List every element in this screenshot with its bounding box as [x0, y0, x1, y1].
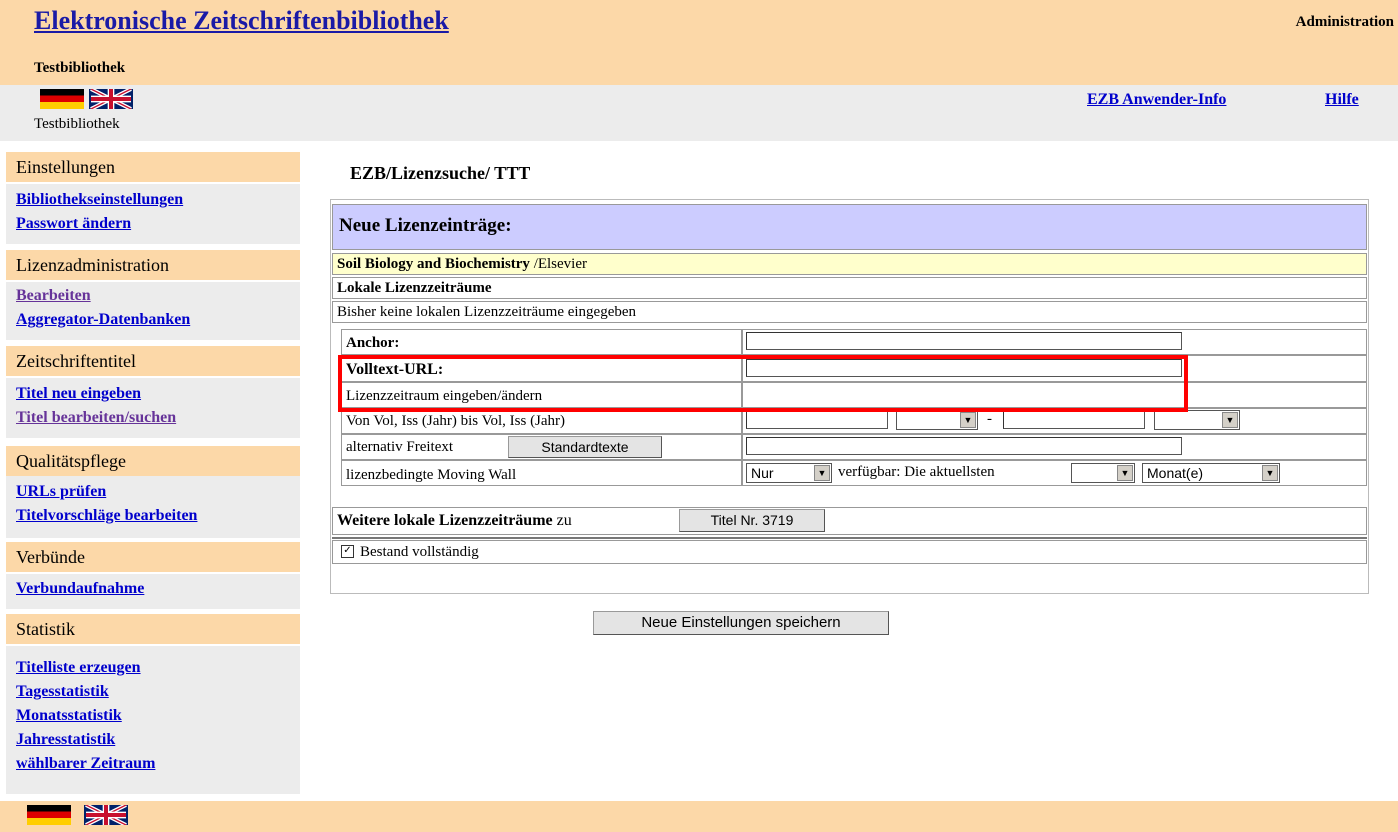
- range-separator: -: [987, 411, 992, 427]
- sidebar-section-einstellungen: Einstellungen: [6, 152, 300, 182]
- sidebar-item-titelliste[interactable]: Titelliste erzeugen: [16, 656, 300, 680]
- more-periods-row: Weitere lokale Lizenzzeiträume zu eingeb…: [332, 507, 1367, 535]
- sidebar-section-lizenzadministration: Lizenzadministration: [6, 250, 300, 280]
- german-flag-icon[interactable]: [40, 89, 84, 109]
- sidebar-item-aggregator[interactable]: Aggregator-Datenbanken: [16, 308, 300, 332]
- complete-holdings-checkbox[interactable]: ✓: [341, 545, 354, 559]
- sidebar-item-passwort[interactable]: Passwort ändern: [16, 212, 300, 236]
- sidebar-item-titel-bearbeiten[interactable]: Titel bearbeiten/suchen: [16, 406, 300, 430]
- footer-bar: [0, 801, 1398, 832]
- library-name: Testbibliothek: [34, 60, 126, 76]
- sidebar-box-zeitschriftentitel: Titel neu eingeben Titel bearbeiten/such…: [6, 378, 300, 438]
- complete-holdings-label: Bestand vollständig: [360, 544, 479, 560]
- to-vol-input[interactable]: [1003, 411, 1145, 429]
- sidebar-item-verbundaufnahme[interactable]: Verbundaufnahme: [16, 577, 300, 601]
- section-title: Neue Lizenzeinträge:: [332, 204, 1367, 250]
- administration-label: Administration: [1295, 14, 1394, 30]
- sidebar-box-statistik: Titelliste erzeugen Tagesstatistik Monat…: [6, 646, 300, 794]
- local-periods-heading: Lokale Lizenzzeiträume: [332, 277, 1367, 299]
- help-link[interactable]: Hilfe: [1325, 91, 1359, 109]
- more-periods-zu: zu: [556, 512, 572, 529]
- sidebar-section-zeitschriftentitel: Zeitschriftentitel: [6, 346, 300, 376]
- german-flag-icon[interactable]: [27, 805, 71, 825]
- chevron-down-icon: ▼: [960, 412, 976, 428]
- sidebar-section-qualitaetspflege: Qualitätspflege: [6, 446, 300, 476]
- uk-flag-icon[interactable]: [84, 805, 128, 825]
- sidebar-box-qualitaetspflege: URLs prüfen Titelvorschläge bearbeiten: [6, 476, 300, 538]
- library-name-sub: Testbibliothek: [34, 116, 120, 132]
- from-vol-input[interactable]: [746, 411, 888, 429]
- moving-wall-mode-select[interactable]: Nur ▼: [746, 463, 832, 483]
- moving-wall-count-select[interactable]: ▼: [1071, 463, 1135, 483]
- sidebar-item-tagesstatistik[interactable]: Tagesstatistik: [16, 680, 300, 704]
- moving-wall-mode-value: Nur: [751, 465, 774, 481]
- anchor-label: Anchor:: [341, 329, 742, 355]
- sidebar-item-bearbeiten[interactable]: Bearbeiten: [16, 284, 300, 308]
- moving-wall-unit-select[interactable]: Monat(e) ▼: [1142, 463, 1280, 483]
- site-title-link[interactable]: Elektronische Zeitschriftenbibliothek: [34, 6, 449, 36]
- sidebar-section-verbuende: Verbünde: [6, 542, 300, 572]
- sidebar-box-lizenzadministration: Bearbeiten Aggregator-Datenbanken: [6, 282, 300, 340]
- moving-wall-text: verfügbar: Die aktuellsten: [838, 464, 995, 480]
- freetext-input[interactable]: [746, 437, 1182, 455]
- sidebar-item-jahresstatistik[interactable]: Jahresstatistik: [16, 728, 300, 752]
- divider: [332, 537, 1367, 539]
- freetext-label: alternativ Freitext: [346, 439, 454, 455]
- sidebar-item-urls-pruefen[interactable]: URLs prüfen: [16, 480, 300, 504]
- highlight-box: [338, 355, 1188, 412]
- from-year-select[interactable]: ▼: [896, 410, 978, 430]
- publisher-name: /Elsevier: [533, 256, 588, 272]
- sidebar-box-verbuende: Verbundaufnahme: [6, 574, 300, 609]
- moving-wall-label: lizenzbedingte Moving Wall: [341, 460, 742, 486]
- chevron-down-icon: ▼: [814, 465, 830, 481]
- chevron-down-icon: ▼: [1222, 412, 1238, 428]
- title-number-button[interactable]: Titel Nr. 3719: [679, 509, 825, 532]
- sidebar-box-einstellungen: Bibliothekseinstellungen Passwort ändern: [6, 184, 300, 244]
- anchor-input[interactable]: [746, 332, 1182, 350]
- uk-flag-icon[interactable]: [89, 89, 133, 109]
- chevron-down-icon: ▼: [1117, 465, 1133, 481]
- sidebar-item-bibliothekseinstellungen[interactable]: Bibliothekseinstellungen: [16, 188, 300, 212]
- standard-texts-button[interactable]: Standardtexte: [508, 436, 662, 458]
- sidebar-section-statistik: Statistik: [6, 614, 300, 644]
- sidebar-item-zeitraum[interactable]: wählbarer Zeitraum: [16, 752, 300, 776]
- sidebar-item-titelvorschlaege[interactable]: Titelvorschläge bearbeiten: [16, 504, 300, 528]
- no-periods-text: Bisher keine lokalen Lizenzzeiträume ein…: [332, 301, 1367, 323]
- save-settings-button[interactable]: Neue Einstellungen speichern: [593, 611, 889, 635]
- user-info-link[interactable]: EZB Anwender-Info: [1087, 91, 1226, 109]
- more-periods-label: Weitere lokale Lizenzzeiträume: [337, 512, 553, 529]
- breadcrumb: EZB/Lizenzsuche/ TTT: [350, 163, 531, 183]
- complete-holdings-row: ✓ Bestand vollständig: [332, 540, 1367, 564]
- sidebar-item-monatsstatistik[interactable]: Monatsstatistik: [16, 704, 300, 728]
- chevron-down-icon: ▼: [1262, 465, 1278, 481]
- journal-title: Soil Biology and Biochemistry: [337, 256, 530, 272]
- moving-wall-unit-value: Monat(e): [1147, 465, 1204, 481]
- to-year-select[interactable]: ▼: [1154, 410, 1240, 430]
- sidebar-item-titel-neu[interactable]: Titel neu eingeben: [16, 382, 300, 406]
- journal-row: Soil Biology and Biochemistry /Elsevier: [332, 253, 1367, 275]
